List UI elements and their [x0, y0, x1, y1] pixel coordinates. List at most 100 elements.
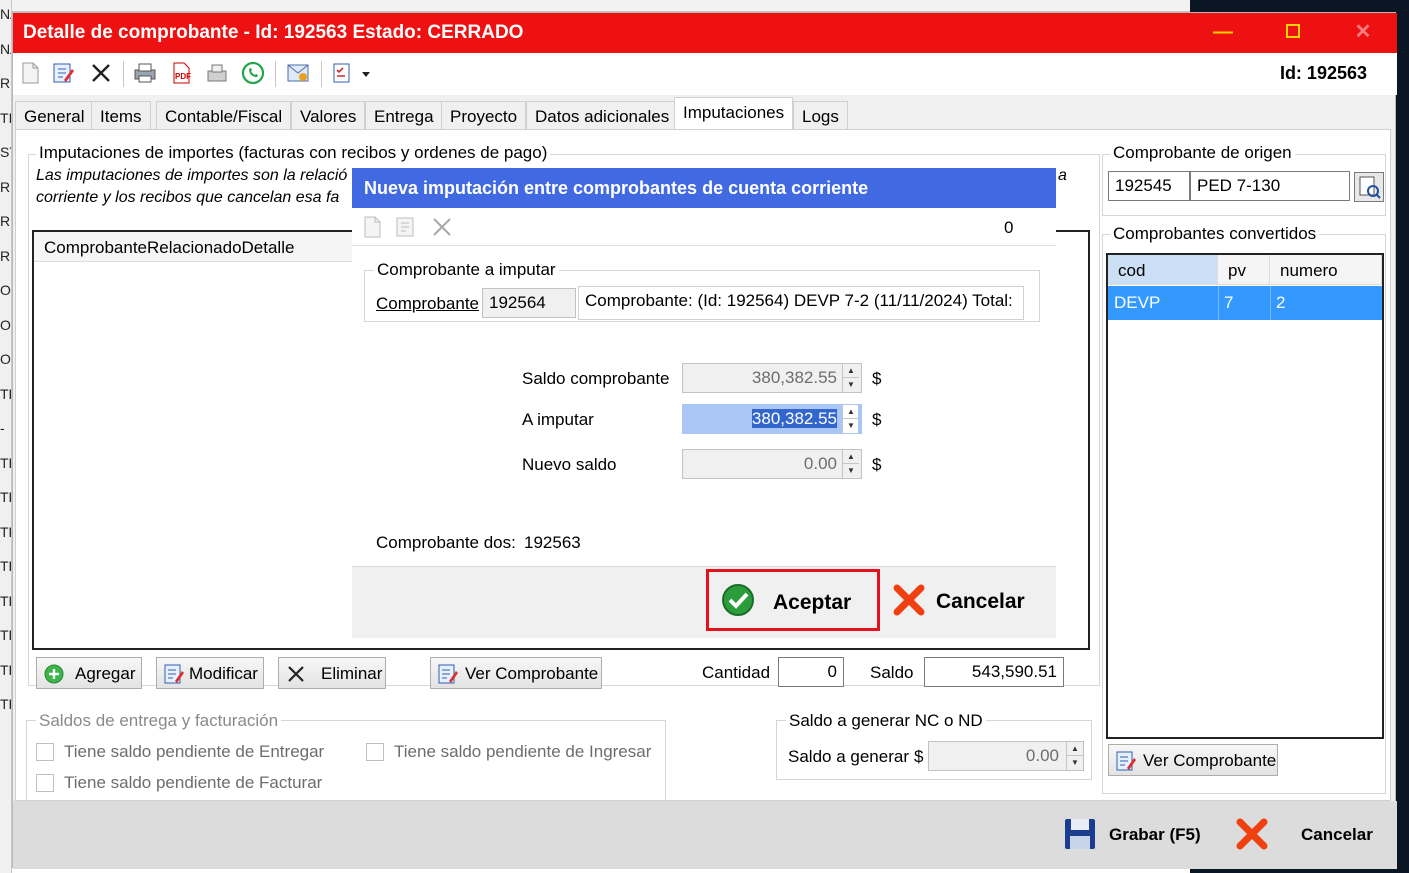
dialog-footer: Aceptar Cancelar [352, 566, 1056, 638]
comprobante-id-field[interactable]: 192564 [482, 288, 576, 318]
new-document-icon[interactable] [360, 215, 384, 239]
ingresar-label: Tiene saldo pendiente de Ingresar [394, 742, 652, 761]
tab-contable-fiscal[interactable]: Contable/Fiscal [156, 101, 292, 129]
background-edge-text: TIC [0, 109, 11, 126]
facturar-checkbox[interactable] [36, 774, 54, 792]
email-icon[interactable] [286, 61, 310, 85]
grid-column-header[interactable]: ComprobanteRelacionadoDetalle [34, 232, 364, 262]
minimize-icon[interactable]: — [1203, 19, 1243, 47]
tab-imputaciones[interactable]: Imputaciones [674, 97, 794, 130]
saldo-generar-currency: $ [914, 747, 924, 766]
modificar-label: Modificar [189, 664, 258, 683]
background-edge-text: TF [0, 454, 11, 471]
edit-document-icon[interactable] [394, 215, 418, 239]
id-label: Id: 192563 [1279, 63, 1367, 83]
background-edge-text: - [0, 420, 5, 436]
table-row[interactable]: DEVP 7 2 [1108, 286, 1382, 320]
origen-search-button[interactable] [1354, 172, 1384, 202]
tab-entrega[interactable]: Entrega [365, 101, 443, 129]
ver-comprobante-button[interactable]: Ver Comprobante [430, 657, 602, 689]
tab-valores[interactable]: Valores [291, 101, 366, 129]
saldo-generar-spinner[interactable]: ▲ ▼ [1066, 742, 1083, 770]
dialog-cancelar-label: Cancelar [936, 590, 1025, 613]
a-imputar-spinner[interactable]: ▲ ▼ [842, 405, 859, 433]
col-numero[interactable]: numero [1270, 255, 1382, 285]
comprobante-link[interactable]: Comprobante [376, 294, 479, 314]
fax-icon[interactable] [205, 61, 229, 85]
checklist-icon[interactable] [331, 61, 355, 85]
edit-document-icon[interactable] [51, 61, 75, 85]
edit-icon [163, 663, 185, 685]
save-icon [1065, 819, 1095, 849]
title-bar: Detalle de comprobante - Id: 192563 Esta… [13, 13, 1397, 53]
tab-logs[interactable]: Logs [793, 101, 848, 129]
nuevo-saldo-label: Nuevo saldo [522, 455, 617, 474]
origen-id-field[interactable]: 192545 [1108, 171, 1190, 201]
convertidos-grid[interactable]: cod pv numero DEVP 7 2 [1106, 253, 1384, 739]
main-toolbar: PDF Id: 192563 [13, 53, 1397, 95]
nuevo-saldo-field[interactable]: 0.00 [682, 449, 862, 479]
col-cod[interactable]: cod [1108, 255, 1218, 285]
dialog-title-bar: Nueva imputación entre comprobantes de c… [352, 168, 1056, 208]
background-edge-text: NA [0, 40, 11, 57]
a-imputar-field[interactable]: 380,382.55 [682, 404, 862, 434]
tab-proyecto[interactable]: Proyecto [441, 101, 527, 129]
close-icon[interactable]: ✕ [1343, 19, 1383, 47]
entregar-checkbox[interactable] [36, 743, 54, 761]
saldo-comprobante-label: Saldo comprobante [522, 369, 670, 388]
cantidad-label: Cantidad [702, 663, 771, 682]
origen-group-title: Comprobante de origen [1110, 143, 1295, 163]
eliminar-button[interactable]: Eliminar [278, 657, 386, 689]
imputaciones-description-tail: a [1058, 167, 1067, 184]
delete-icon[interactable] [89, 61, 113, 85]
cancel-x-icon [1236, 818, 1268, 850]
saldo-field[interactable]: 543,590.51 [924, 657, 1064, 687]
nuevo-saldo-spinner[interactable]: ▲ ▼ [842, 450, 859, 478]
tab-general[interactable]: General [15, 101, 94, 129]
grabar-button[interactable]: Grabar (F5) [1059, 817, 1209, 853]
comprobante-description-field: Comprobante: (Id: 192564) DEVP 7-2 (11/1… [578, 286, 1024, 320]
background-edge-text: TF [0, 385, 11, 402]
cancelar-button[interactable]: Cancelar [1233, 817, 1383, 853]
tab-datos-adicionales[interactable]: Datos adicionales [526, 101, 679, 129]
new-document-icon[interactable] [18, 61, 42, 85]
convertidos-ver-label: Ver Comprobante [1143, 751, 1277, 770]
facturar-label: Tiene saldo pendiente de Facturar [64, 773, 323, 792]
row-pv: 7 [1224, 293, 1234, 312]
print-icon[interactable] [133, 61, 157, 85]
saldo-generar-field[interactable]: 0.00 [928, 741, 1084, 771]
aceptar-button[interactable]: Aceptar [706, 569, 880, 631]
grabar-label: Grabar (F5) [1109, 825, 1201, 844]
background-edge-text: RC [0, 75, 11, 91]
comprobante-dos-label: Comprobante dos: [376, 533, 516, 552]
col-pv[interactable]: pv [1218, 255, 1270, 285]
agregar-button[interactable]: Agregar [36, 657, 142, 689]
saldo-comprobante-spinner[interactable]: ▲ ▼ [842, 364, 859, 392]
dialog-toolbar: 0 [352, 208, 1056, 246]
row-numero: 2 [1276, 293, 1286, 312]
convertidos-ver-comprobante-button[interactable]: Ver Comprobante [1108, 744, 1278, 776]
ingresar-checkbox[interactable] [366, 743, 384, 761]
check-icon [722, 584, 754, 616]
background-edge-text: TF [0, 592, 11, 609]
dropdown-arrow-icon[interactable] [359, 61, 373, 85]
saldo-generar-label: Saldo a generar [788, 747, 909, 766]
saldos-group-title: Saldos de entrega y facturación [36, 711, 282, 731]
tab-items[interactable]: Items [91, 101, 151, 129]
eliminar-label: Eliminar [321, 664, 383, 683]
dialog-cancelar-button[interactable]: Cancelar [892, 577, 1042, 623]
pdf-icon[interactable]: PDF [169, 61, 193, 85]
background-edge-text: TF [0, 523, 11, 540]
saldo-generar-group-title: Saldo a generar NC o ND [786, 711, 986, 731]
origen-code-field[interactable]: PED 7-130 [1190, 171, 1350, 201]
modificar-button[interactable]: Modificar [156, 657, 264, 689]
comprobante-dos-value: 192563 [524, 533, 581, 552]
delete-icon[interactable] [430, 215, 454, 239]
whatsapp-icon[interactable] [241, 61, 265, 85]
background-edge-text: NA [0, 6, 11, 22]
saldo-comprobante-field[interactable]: 380,382.55 [682, 363, 862, 393]
a-imputar-value: 380,382.55 [751, 409, 837, 428]
imputaciones-description-line1: Las imputaciones de importes son la rela… [36, 167, 348, 184]
maximize-icon[interactable] [1273, 19, 1313, 47]
cantidad-field[interactable]: 0 [778, 657, 844, 687]
